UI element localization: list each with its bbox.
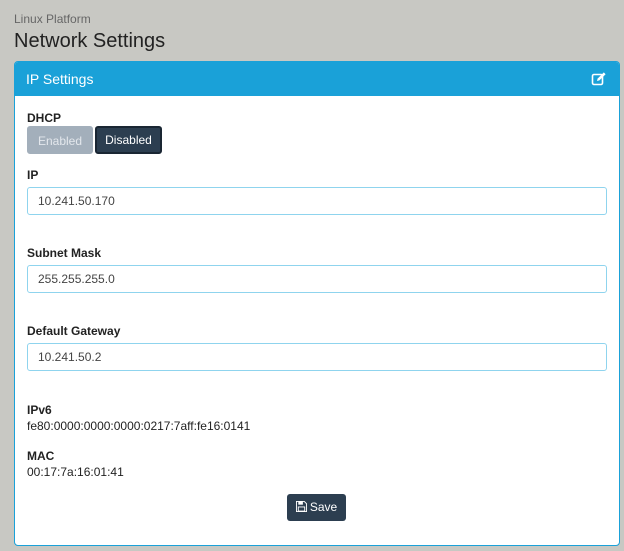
page-header: Linux Platform Network Settings	[14, 12, 165, 54]
panel-title: IP Settings	[26, 71, 94, 87]
panel-body: DHCP Enabled Disabled IP 10.241.50.170 Su…	[15, 96, 619, 545]
ip-input[interactable]: 10.241.50.170	[27, 187, 607, 215]
default-gateway-input[interactable]: 10.241.50.2	[27, 343, 607, 371]
dhcp-label: DHCP	[27, 111, 62, 125]
save-label: Save	[309, 500, 338, 514]
default-gateway-label: Default Gateway	[27, 324, 121, 338]
panel-header: IP Settings	[15, 62, 619, 96]
edit-icon[interactable]	[591, 71, 607, 87]
dhcp-toggle-group: Enabled Disabled	[27, 126, 162, 154]
ip-label: IP	[27, 168, 39, 182]
ipv6-label: IPv6	[27, 403, 52, 417]
floppy-disk-icon	[295, 501, 307, 512]
ipv6-value: fe80:0000:0000:0000:0217:7aff:fe16:0141	[27, 419, 251, 433]
subnet-mask-input[interactable]: 255.255.255.0	[27, 265, 607, 293]
dhcp-disabled-button[interactable]: Disabled	[95, 126, 162, 154]
subnet-mask-label: Subnet Mask	[27, 246, 102, 260]
dhcp-enabled-button[interactable]: Enabled	[27, 126, 93, 154]
save-button[interactable]: Save	[287, 494, 346, 521]
platform-label: Linux Platform	[14, 12, 91, 26]
ip-settings-panel: IP Settings DHCP Enabled Disabled IP 10.2…	[14, 61, 620, 546]
mac-value: 00:17:7a:16:01:41	[27, 465, 124, 479]
mac-label: MAC	[27, 449, 55, 463]
page-title: Network Settings	[14, 30, 166, 52]
